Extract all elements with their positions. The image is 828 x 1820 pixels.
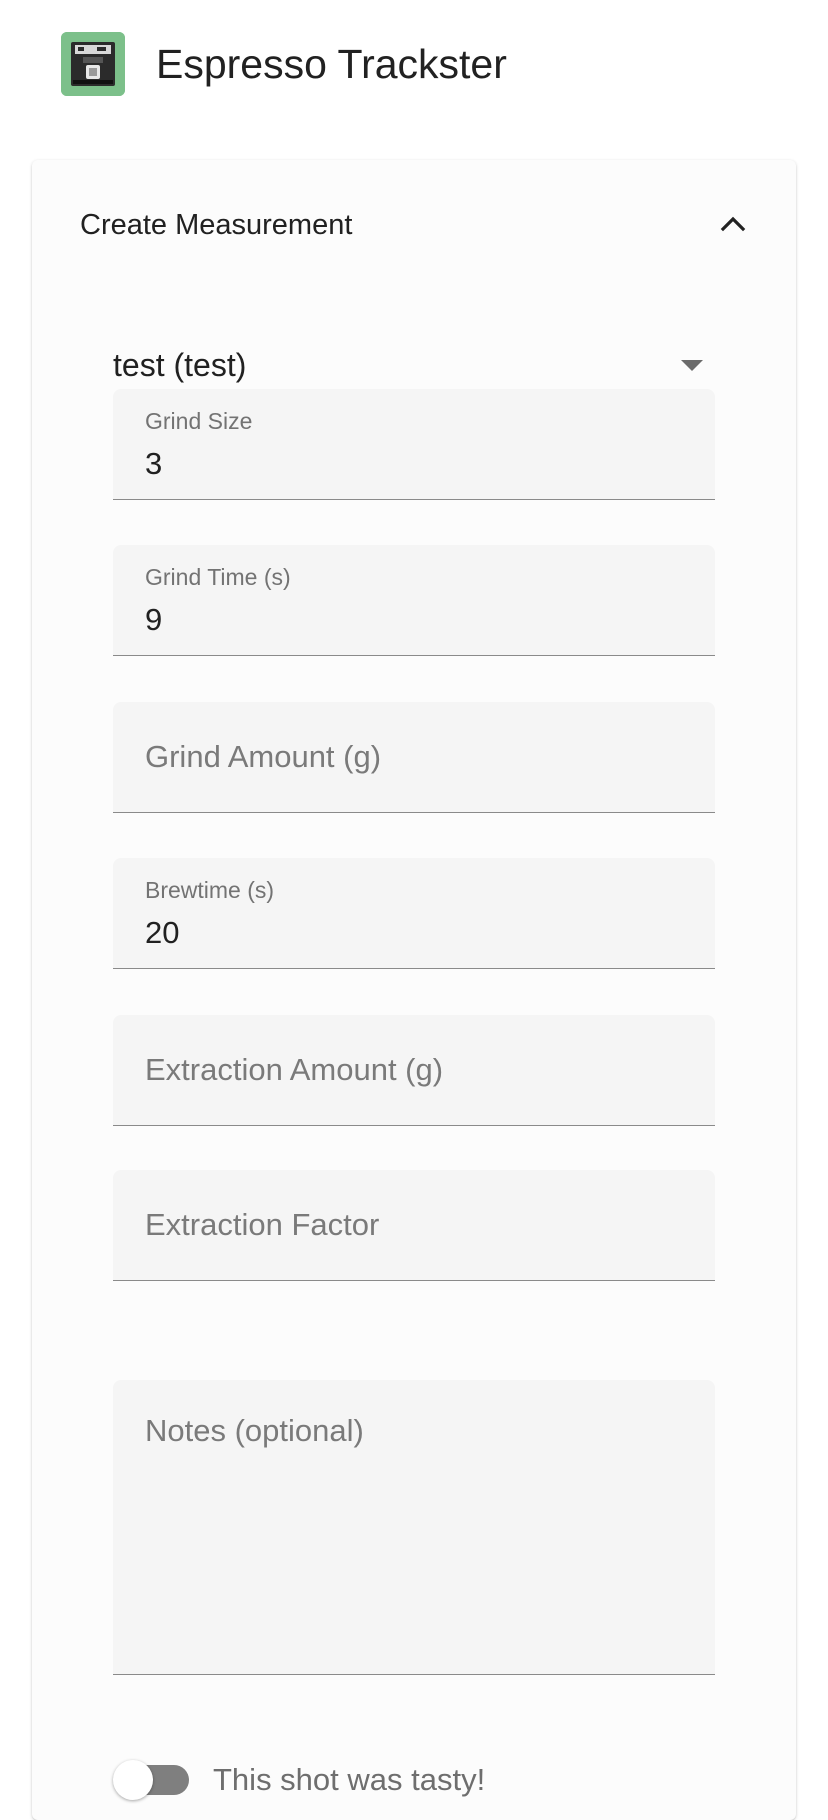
brewtime-field[interactable]: Brewtime (s) 20 <box>113 858 715 969</box>
app-title: Espresso Trackster <box>156 41 507 87</box>
grind-time-label: Grind Time (s) <box>145 564 291 590</box>
extraction-amount-placeholder: Extraction Amount (g) <box>145 1052 444 1087</box>
grind-size-label: Grind Size <box>145 408 253 434</box>
extraction-factor-field[interactable]: Extraction Factor <box>113 1170 715 1281</box>
grind-amount-field[interactable]: Grind Amount (g) <box>113 702 715 813</box>
espresso-machine-icon <box>61 32 125 96</box>
brewtime-value: 20 <box>145 915 180 950</box>
grind-time-value: 9 <box>145 602 163 637</box>
brewtime-label: Brewtime (s) <box>145 877 275 903</box>
card-title: Create Measurement <box>80 209 353 241</box>
tasty-toggle-label[interactable]: This shot was tasty! <box>213 1760 485 1800</box>
grind-time-field[interactable]: Grind Time (s) 9 <box>113 545 715 656</box>
grind-amount-placeholder: Grind Amount (g) <box>145 739 382 774</box>
notes-placeholder: Notes (optional) <box>145 1413 364 1448</box>
grind-size-field[interactable]: Grind Size 3 <box>113 389 715 500</box>
tasty-toggle-thumb[interactable] <box>113 1760 153 1800</box>
extraction-factor-placeholder: Extraction Factor <box>145 1207 380 1242</box>
notes-textarea[interactable]: Notes (optional) <box>113 1380 715 1675</box>
tasty-toggle-row: This shot was tasty! <box>113 1752 713 1806</box>
coffee-select-value: test (test) <box>113 347 247 383</box>
grind-size-value: 3 <box>145 446 163 481</box>
create-measurement-card: Create Measurement test (test) Grind Siz… <box>32 160 796 1820</box>
dropdown-arrow-icon <box>681 360 703 371</box>
collapse-button[interactable] <box>708 198 758 248</box>
app-header: Espresso Trackster <box>0 0 828 130</box>
chevron-up-icon <box>720 216 746 232</box>
extraction-amount-field[interactable]: Extraction Amount (g) <box>113 1015 715 1126</box>
